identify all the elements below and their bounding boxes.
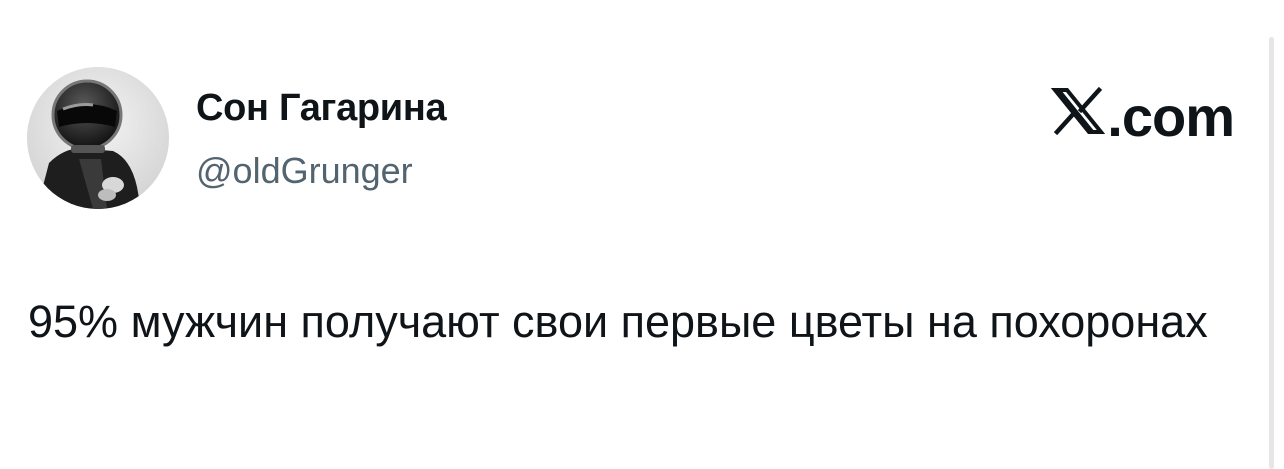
x-brand-link[interactable]: .com [1051, 84, 1235, 149]
tweet-text: 95% мужчин получают свои первые цветы на… [28, 296, 1208, 347]
brand-label: .com [1107, 85, 1235, 148]
scrollbar[interactable] [1269, 37, 1274, 469]
tweet-card: Сон Гагарина @oldGrunger .com 95% мужчин… [0, 0, 1284, 469]
astronaut-avatar-icon [27, 67, 169, 209]
author-handle[interactable]: @oldGrunger [196, 150, 413, 192]
avatar[interactable] [27, 67, 169, 209]
x-logo-icon [1051, 86, 1106, 136]
author-display-name[interactable]: Сон Гагарина [196, 87, 447, 130]
